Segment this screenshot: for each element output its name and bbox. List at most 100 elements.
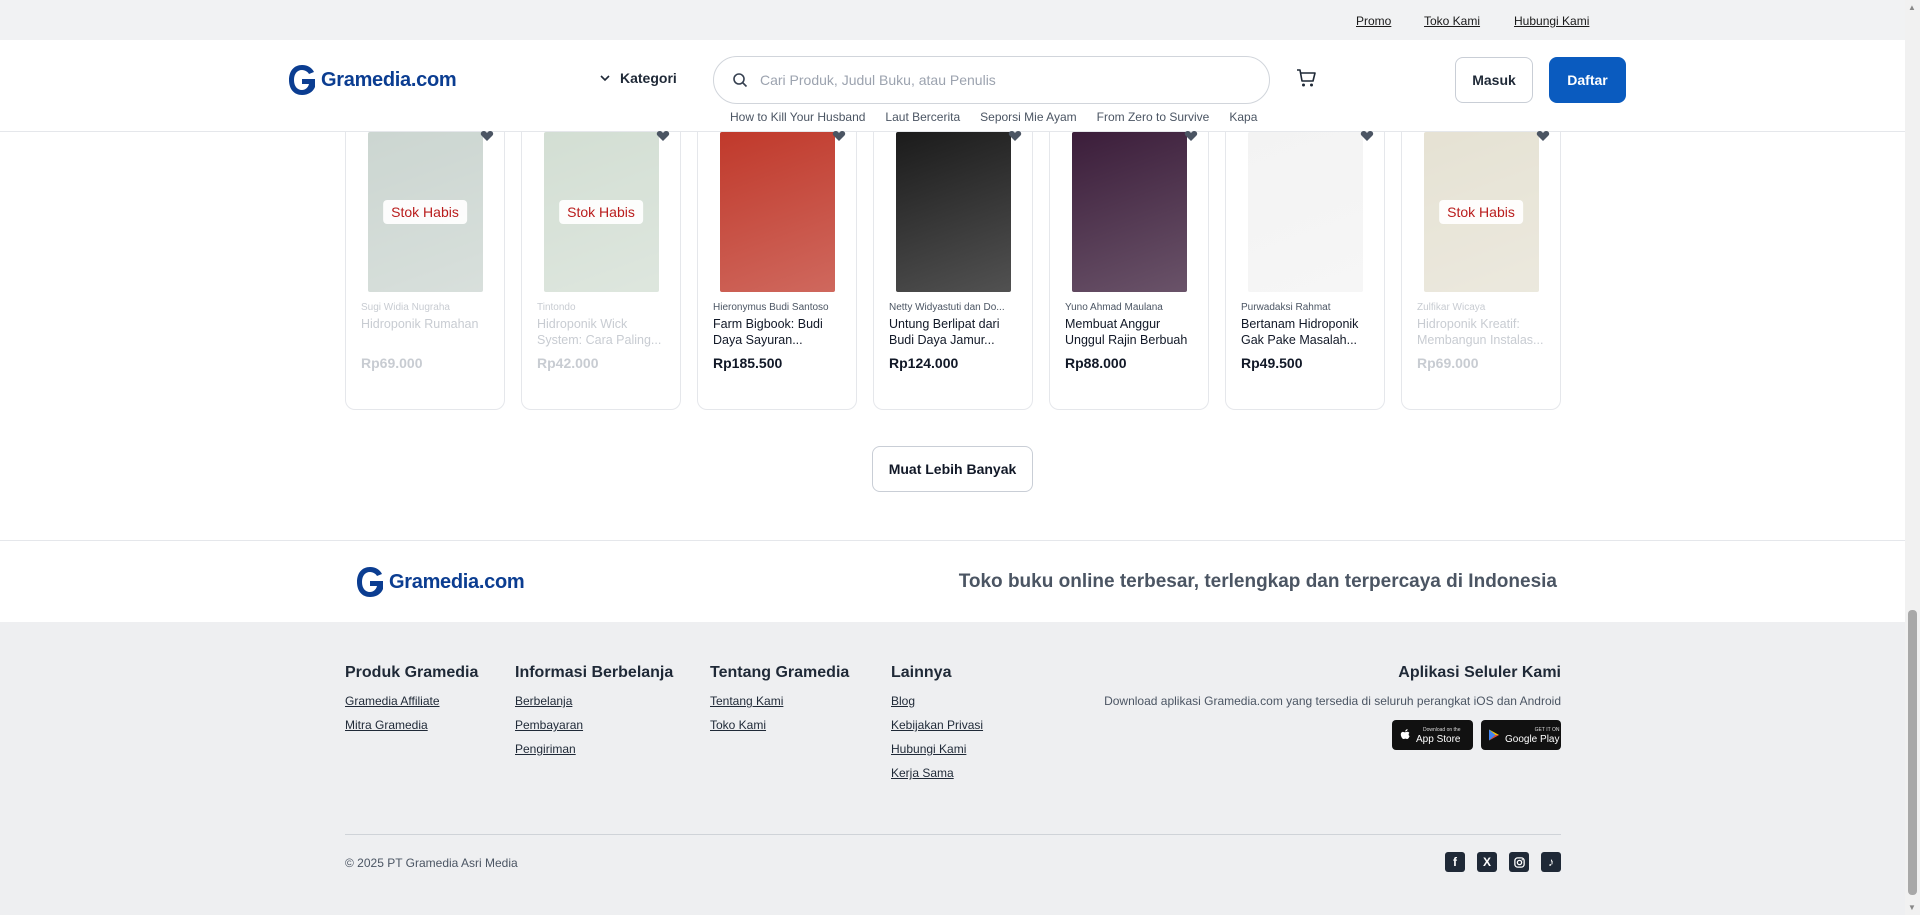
register-button[interactable]: Daftar [1549, 57, 1626, 103]
scroll-up-arrow-icon[interactable]: ▲ [1908, 3, 1916, 12]
trending-item[interactable]: Kapa [1229, 110, 1257, 124]
product-card[interactable]: Hieronymus Budi Santoso Farm Bigbook: Bud… [697, 130, 857, 410]
top-utility-bar: Promo Toko Kami Hubungi Kami [0, 0, 1905, 40]
footer-link[interactable]: Tentang Kami [710, 694, 849, 708]
product-price: Rp69.000 [361, 355, 423, 371]
wishlist-icon[interactable] [656, 130, 670, 142]
social-links: f X ♪ [1445, 852, 1561, 872]
page-scrollbar[interactable]: ▲ ▼ [1905, 0, 1920, 915]
product-price: Rp124.000 [889, 355, 959, 371]
scroll-down-arrow-icon[interactable]: ▼ [1908, 903, 1916, 912]
product-author: Tintondo [537, 302, 576, 313]
product-author: Purwadaksi Rahmat [1241, 302, 1331, 313]
product-price: Rp185.500 [713, 355, 783, 371]
wishlist-icon[interactable] [1536, 130, 1550, 142]
wishlist-icon[interactable] [1360, 130, 1374, 142]
load-more-button[interactable]: Muat Lebih Banyak [872, 446, 1033, 492]
footer-link[interactable]: Pembayaran [515, 718, 673, 732]
product-author: Sugi Widia Nugraha [361, 302, 450, 313]
book-cover-image [719, 132, 835, 292]
footer-logo-text: Gramedia.com [389, 570, 525, 593]
product-price: Rp69.000 [1417, 355, 1479, 371]
product-author: Hieronymus Budi Santoso [713, 302, 829, 313]
gramedia-g-icon [355, 565, 385, 599]
promo-link[interactable]: Promo [1356, 14, 1391, 28]
footer-heading: Tentang Gramedia [710, 664, 850, 681]
footer-brand-strip: Gramedia.com Toko buku online terbesar, … [0, 540, 1905, 622]
product-price: Rp42.000 [537, 355, 599, 371]
footer-link[interactable]: Kerja Sama [891, 766, 983, 780]
trending-item[interactable]: How to Kill Your Husband [730, 110, 865, 124]
trending-item[interactable]: Seporsi Mie Ayam [980, 110, 1077, 124]
out-of-stock-badge: Stok Habis [559, 200, 643, 224]
book-cover-image [1071, 132, 1187, 292]
copyright: © 2025 PT Gramedia Asri Media [345, 856, 518, 870]
footer-link[interactable]: Toko Kami [710, 718, 849, 732]
chevron-down-icon [600, 75, 610, 82]
footer-column-produk: Produk Gramedia Gramedia Affiliate Mitra… [345, 664, 478, 742]
search-bar[interactable] [713, 56, 1270, 104]
trending-item[interactable]: Laut Bercerita [885, 110, 960, 124]
product-cover[interactable]: Stok Habis [522, 130, 680, 296]
product-cover[interactable] [698, 130, 856, 296]
wishlist-icon[interactable] [1008, 130, 1022, 142]
kategori-dropdown[interactable]: Kategori [598, 70, 677, 86]
product-author: Netty Widyastuti dan Do... [889, 302, 1005, 313]
footer-divider [345, 834, 1561, 835]
tagline: Toko buku online terbesar, terlengkap da… [958, 571, 1557, 592]
footer-column-tentang: Tentang Gramedia Tentang Kami Toko Kami [710, 664, 849, 742]
footer-link[interactable]: Kebijakan Privasi [891, 718, 983, 732]
product-title: Hidroponik Kreatif: Membangun Instalas..… [1417, 317, 1544, 347]
footer-link[interactable]: Blog [891, 694, 983, 708]
footer-link[interactable]: Mitra Gramedia [345, 718, 478, 732]
tiktok-icon[interactable]: ♪ [1541, 852, 1561, 872]
footer-logo[interactable]: Gramedia.com [355, 565, 525, 599]
search-input[interactable] [760, 72, 1240, 88]
footer-link[interactable]: Gramedia Affiliate [345, 694, 478, 708]
wishlist-icon[interactable] [480, 130, 494, 142]
gramedia-logo[interactable]: Gramedia.com [287, 63, 457, 97]
product-cover[interactable]: Stok Habis [1402, 130, 1560, 296]
footer-heading: Produk Gramedia [345, 664, 479, 681]
product-title: Bertanam Hidroponik Gak Pake Masalah... [1241, 317, 1359, 347]
product-author: Zulfikar Wicaya [1417, 302, 1486, 313]
product-card[interactable]: Stok Habis Sugi Widia Nugraha Hidroponik R… [345, 130, 505, 410]
product-card[interactable]: Netty Widyastuti dan Do... Untung Berlipa… [873, 130, 1033, 410]
product-card[interactable]: Purwadaksi Rahmat Bertanam Hidroponik Gak… [1225, 130, 1385, 410]
search-icon [733, 73, 748, 88]
facebook-icon[interactable]: f [1445, 852, 1465, 872]
google-play-label: Google Play [1505, 734, 1560, 745]
footer-heading: Lainnya [891, 664, 952, 681]
wishlist-icon[interactable] [1184, 130, 1198, 142]
x-icon[interactable]: X [1477, 852, 1497, 872]
footer-link[interactable]: Hubungi Kami [891, 742, 983, 756]
product-cover[interactable]: Stok Habis [346, 130, 504, 296]
product-title: Farm Bigbook: Budi Daya Sayuran... [713, 317, 823, 347]
app-store-label: App Store [1416, 734, 1461, 745]
app-store-badge[interactable]: Download on the App Store [1392, 720, 1473, 750]
footer-link[interactable]: Berbelanja [515, 694, 673, 708]
trending-item[interactable]: From Zero to Survive [1097, 110, 1210, 124]
product-cover[interactable] [874, 130, 1032, 296]
product-card[interactable]: Stok Habis Tintondo Hidroponik Wick System… [521, 130, 681, 410]
instagram-icon[interactable] [1509, 852, 1529, 872]
apps-heading: Aplikasi Seluler Kami [1398, 664, 1561, 681]
scrollbar-thumb[interactable] [1908, 610, 1917, 895]
apps-description: Download aplikasi Gramedia.com yang ters… [1104, 694, 1561, 708]
hubungi-kami-link[interactable]: Hubungi Kami [1514, 14, 1589, 28]
footer-link[interactable]: Pengiriman [515, 742, 673, 756]
mobile-apps-section: Aplikasi Seluler Kami Download aplikasi … [1104, 664, 1561, 750]
gramedia-g-icon [287, 63, 317, 97]
toko-kami-link[interactable]: Toko Kami [1424, 14, 1480, 28]
product-cover[interactable] [1050, 130, 1208, 296]
footer-heading: Informasi Berbelanja [515, 664, 674, 681]
product-title: Hidroponik Rumahan [361, 317, 479, 331]
product-card[interactable]: Yuno Ahmad Maulana Membuat Anggur Unggul … [1049, 130, 1209, 410]
cart-icon[interactable] [1295, 67, 1317, 89]
login-button[interactable]: Masuk [1455, 57, 1533, 103]
wishlist-icon[interactable] [832, 130, 846, 142]
footer-column-informasi: Informasi Berbelanja Berbelanja Pembayar… [515, 664, 673, 766]
product-cover[interactable] [1226, 130, 1384, 296]
google-play-badge[interactable]: GET IT ON Google Play [1481, 720, 1561, 750]
product-card[interactable]: Stok Habis Zulfikar Wicaya Hidroponik Krea… [1401, 130, 1561, 410]
